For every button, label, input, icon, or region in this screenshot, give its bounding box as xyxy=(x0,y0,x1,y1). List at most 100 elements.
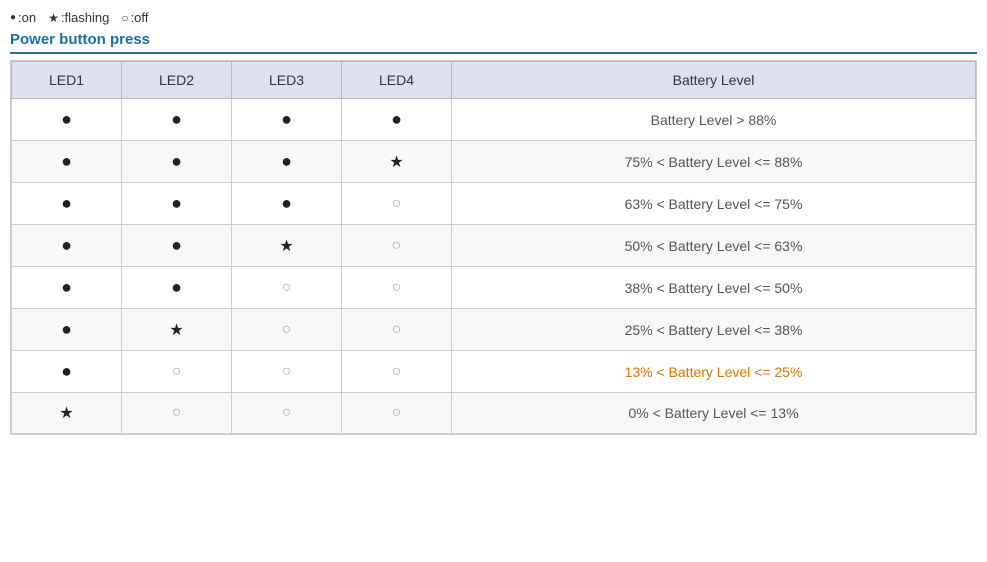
row-3-led2: ● xyxy=(122,225,232,267)
header-led4: LED4 xyxy=(342,62,452,99)
row-7-led1: ★ xyxy=(12,393,122,434)
row-0-led4-symbol: ● xyxy=(391,109,402,129)
row-2-led4-symbol: ○ xyxy=(392,195,402,212)
row-7-battery-level: 0% < Battery Level <= 13% xyxy=(452,393,976,434)
row-7-led3-symbol: ○ xyxy=(282,404,292,421)
table-row: ● ● ● ★ 75% < Battery Level <= 88% xyxy=(12,141,976,183)
row-4-led3: ○ xyxy=(232,267,342,309)
header-led1: LED1 xyxy=(12,62,122,99)
row-5-led3: ○ xyxy=(232,309,342,351)
header-row: LED1 LED2 LED3 LED4 Battery Level xyxy=(12,62,976,99)
section-title-text: Power button press xyxy=(10,31,977,54)
row-2-led1: ● xyxy=(12,183,122,225)
row-7-led4: ○ xyxy=(342,393,452,434)
row-1-led4-symbol: ★ xyxy=(389,154,403,171)
row-0-led4: ● xyxy=(342,99,452,141)
row-1-led1-symbol: ● xyxy=(61,151,72,171)
legend-off-symbol: ○ xyxy=(121,11,128,25)
row-4-led4: ○ xyxy=(342,267,452,309)
row-2-led3: ● xyxy=(232,183,342,225)
row-2-led3-symbol: ● xyxy=(281,193,292,213)
row-2-battery-level: 63% < Battery Level <= 75% xyxy=(452,183,976,225)
row-5-battery-level: 25% < Battery Level <= 38% xyxy=(452,309,976,351)
header-led3: LED3 xyxy=(232,62,342,99)
row-0-led3: ● xyxy=(232,99,342,141)
row-7-led2: ○ xyxy=(122,393,232,434)
row-5-led3-symbol: ○ xyxy=(282,321,292,338)
row-3-led4-symbol: ○ xyxy=(392,237,402,254)
table-row: ★ ○ ○ ○ 0% < Battery Level <= 13% xyxy=(12,393,976,434)
row-5-led1-symbol: ● xyxy=(61,319,72,339)
row-5-led2-symbol: ★ xyxy=(169,322,183,339)
legend-on-label: :on xyxy=(18,10,36,25)
table: LED1 LED2 LED3 LED4 Battery Level ● ● ● ● Ba… xyxy=(11,61,976,434)
row-3-led3: ★ xyxy=(232,225,342,267)
header-led2: LED2 xyxy=(122,62,232,99)
header-battery-level: Battery Level xyxy=(452,62,976,99)
row-4-led1: ● xyxy=(12,267,122,309)
row-6-led4: ○ xyxy=(342,351,452,393)
row-1-led2: ● xyxy=(122,141,232,183)
row-0-led1: ● xyxy=(12,99,122,141)
row-3-led3-symbol: ★ xyxy=(279,238,293,255)
row-7-led3: ○ xyxy=(232,393,342,434)
battery-table: LED1 LED2 LED3 LED4 Battery Level ● ● ● ● Ba… xyxy=(10,60,977,435)
row-4-led2: ● xyxy=(122,267,232,309)
row-1-led4: ★ xyxy=(342,141,452,183)
row-1-battery-level: 75% < Battery Level <= 88% xyxy=(452,141,976,183)
legend-flashing: ★ :flashing xyxy=(48,10,109,25)
row-6-battery-level: 13% < Battery Level <= 25% xyxy=(452,351,976,393)
row-6-led2: ○ xyxy=(122,351,232,393)
table-row: ● ● ○ ○ 38% < Battery Level <= 50% xyxy=(12,267,976,309)
table-header: LED1 LED2 LED3 LED4 Battery Level xyxy=(12,62,976,99)
row-0-led2: ● xyxy=(122,99,232,141)
row-3-led2-symbol: ● xyxy=(171,235,182,255)
row-1-led3-symbol: ● xyxy=(281,151,292,171)
legend-flashing-symbol: ★ xyxy=(48,11,59,25)
table-row: ● ★ ○ ○ 25% < Battery Level <= 38% xyxy=(12,309,976,351)
table-body: ● ● ● ● Battery Level > 88% ● ● ● ★ 75% < Battery… xyxy=(12,99,976,434)
legend-off-label: :off xyxy=(131,10,149,25)
row-3-led4: ○ xyxy=(342,225,452,267)
table-row: ● ● ★ ○ 50% < Battery Level <= 63% xyxy=(12,225,976,267)
legend-off: ○ :off xyxy=(121,10,148,25)
row-6-led3-symbol: ○ xyxy=(282,363,292,380)
row-3-led1: ● xyxy=(12,225,122,267)
row-2-led2-symbol: ● xyxy=(171,193,182,213)
row-0-battery-level: Battery Level > 88% xyxy=(452,99,976,141)
row-4-led1-symbol: ● xyxy=(61,277,72,297)
row-5-led2: ★ xyxy=(122,309,232,351)
table-row: ● ● ● ● Battery Level > 88% xyxy=(12,99,976,141)
row-7-led1-symbol: ★ xyxy=(59,405,73,422)
row-1-led1: ● xyxy=(12,141,122,183)
row-2-led1-symbol: ● xyxy=(61,193,72,213)
row-4-led3-symbol: ○ xyxy=(282,279,292,296)
row-3-led1-symbol: ● xyxy=(61,235,72,255)
row-1-led2-symbol: ● xyxy=(171,151,182,171)
legend-flashing-label: :flashing xyxy=(61,10,109,25)
row-5-led4: ○ xyxy=(342,309,452,351)
row-3-battery-level: 50% < Battery Level <= 63% xyxy=(452,225,976,267)
table-row: ● ● ● ○ 63% < Battery Level <= 75% xyxy=(12,183,976,225)
row-7-led4-symbol: ○ xyxy=(392,404,402,421)
legend-on-symbol: ● xyxy=(10,12,16,23)
row-6-led2-symbol: ○ xyxy=(172,363,182,380)
row-6-led1: ● xyxy=(12,351,122,393)
row-4-led2-symbol: ● xyxy=(171,277,182,297)
legend: ● :on ★ :flashing ○ :off xyxy=(10,10,977,25)
row-7-led2-symbol: ○ xyxy=(172,404,182,421)
row-4-led4-symbol: ○ xyxy=(392,279,402,296)
row-6-led1-symbol: ● xyxy=(61,361,72,381)
row-0-led1-symbol: ● xyxy=(61,109,72,129)
row-6-led4-symbol: ○ xyxy=(392,363,402,380)
row-6-led3: ○ xyxy=(232,351,342,393)
row-2-led2: ● xyxy=(122,183,232,225)
row-1-led3: ● xyxy=(232,141,342,183)
row-2-led4: ○ xyxy=(342,183,452,225)
row-5-led1: ● xyxy=(12,309,122,351)
section-title: Power button press xyxy=(10,31,977,60)
legend-on: ● :on xyxy=(10,10,36,25)
row-0-led2-symbol: ● xyxy=(171,109,182,129)
row-5-led4-symbol: ○ xyxy=(392,321,402,338)
row-4-battery-level: 38% < Battery Level <= 50% xyxy=(452,267,976,309)
